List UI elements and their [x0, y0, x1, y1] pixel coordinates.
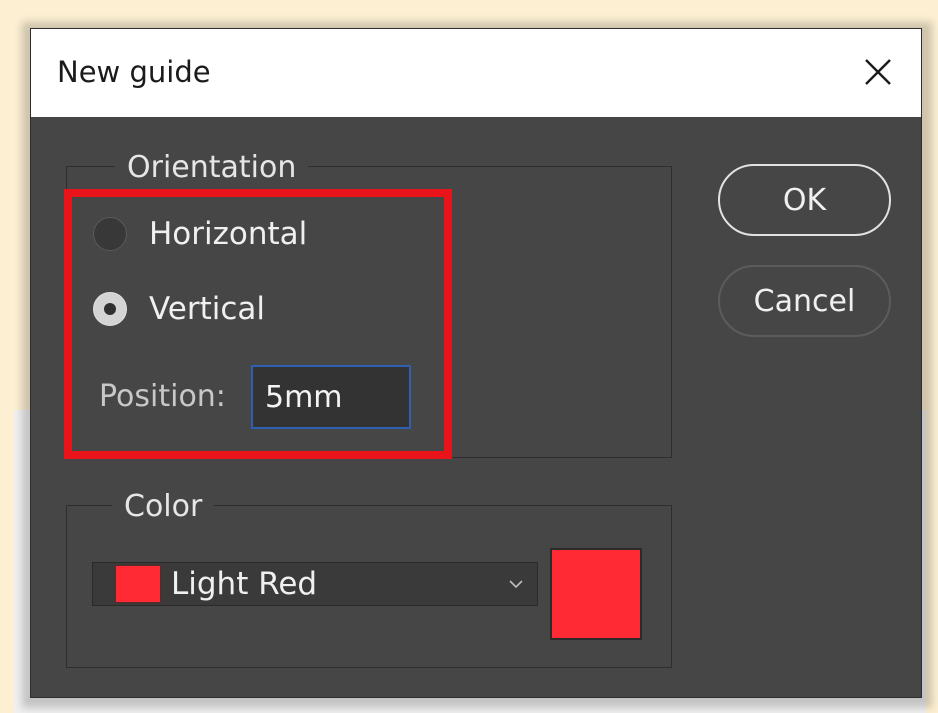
cancel-button[interactable]: Cancel: [718, 265, 891, 337]
color-dropdown-label: Light Red: [171, 566, 318, 602]
chevron-down-icon[interactable]: [505, 573, 527, 595]
orientation-legend: Orientation: [115, 151, 309, 185]
color-dropdown[interactable]: Light Red: [92, 562, 538, 606]
color-legend: Color: [112, 490, 215, 524]
new-guide-dialog: New guide Orientation Horizontal Vertica…: [30, 28, 922, 698]
color-preview-swatch[interactable]: [550, 548, 642, 640]
color-dropdown-swatch: [115, 565, 161, 603]
annotation-highlight-box: [64, 189, 452, 459]
close-button[interactable]: [855, 49, 901, 95]
title-bar: New guide: [31, 29, 921, 117]
close-icon: [865, 59, 891, 85]
ok-button[interactable]: OK: [718, 164, 891, 236]
dialog-title: New guide: [57, 55, 211, 89]
